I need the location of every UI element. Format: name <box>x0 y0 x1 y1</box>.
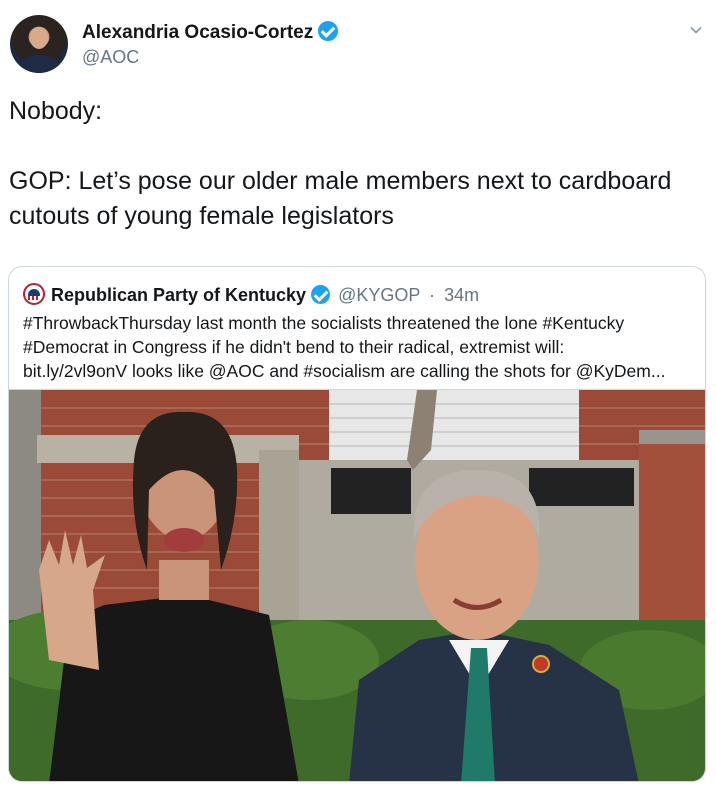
meta-separator: · <box>429 285 436 305</box>
chevron-down-icon[interactable] <box>690 24 702 36</box>
quoted-tweet-text: #ThrowbackThursday last month the social… <box>23 311 695 383</box>
author-handle[interactable]: @AOC <box>82 47 139 68</box>
quoted-tweet-card[interactable]: Republican Party of Kentucky @KYGOP · 34m… <box>8 266 706 782</box>
avatar-shoulders <box>16 55 62 73</box>
tweet-text-line <box>9 129 699 164</box>
tweet-text-line: GOP: Let’s pose our older male members n… <box>9 167 672 230</box>
avatar-face <box>30 27 48 49</box>
quoted-author-handle[interactable]: @KYGOP <box>338 285 420 305</box>
verified-badge-icon <box>311 285 331 304</box>
tweet-text-line: Nobody: <box>9 97 103 125</box>
quoted-text-line: #ThrowbackThursday last month the social… <box>23 313 625 333</box>
gop-elephant-icon <box>23 283 45 305</box>
verified-badge-icon <box>318 21 339 41</box>
quoted-timestamp[interactable]: 34m <box>444 285 479 305</box>
quoted-text-line: bit.ly/2vl9onV looks like @AOC and #soci… <box>23 361 666 381</box>
author-name[interactable]: Alexandria Ocasio-Cortez <box>82 22 313 43</box>
avatar[interactable] <box>10 15 68 73</box>
tweet-text: Nobody: GOP: Let’s pose our older male m… <box>9 94 699 234</box>
quoted-text-line: #Democrat in Congress if he didn't bend … <box>23 337 565 357</box>
quoted-tweet-photo[interactable] <box>9 389 706 782</box>
quoted-tweet-header: Republican Party of Kentucky @KYGOP · 34m <box>23 283 479 306</box>
author-name-row[interactable]: Alexandria Ocasio-Cortez <box>82 21 339 44</box>
quoted-author-name[interactable]: Republican Party of Kentucky <box>51 285 306 305</box>
